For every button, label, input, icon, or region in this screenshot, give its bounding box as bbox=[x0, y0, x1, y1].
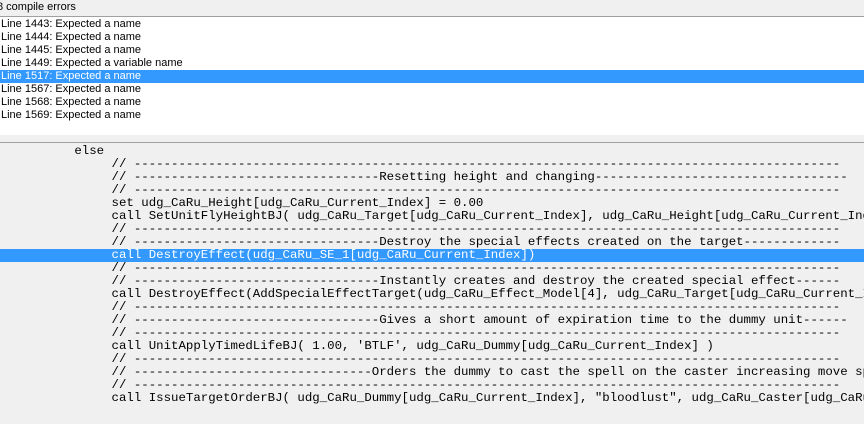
error-item-selected[interactable]: Line 1517: Expected a name bbox=[0, 70, 864, 83]
code-line[interactable]: call UnitApplyTimedLifeBJ( 1.00, 'BTLF',… bbox=[0, 340, 864, 353]
error-item[interactable]: Line 1444: Expected a name bbox=[0, 31, 864, 44]
code-line[interactable]: // -------------------------------------… bbox=[0, 223, 864, 236]
code-line[interactable]: // -------------------------------------… bbox=[0, 184, 864, 197]
pane-splitter[interactable] bbox=[0, 135, 864, 142]
error-item[interactable]: Line 1443: Expected a name bbox=[0, 18, 864, 31]
error-item[interactable]: Line 1445: Expected a name bbox=[0, 44, 864, 57]
code-line[interactable]: call SetUnitFlyHeightBJ( udg_CaRu_Target… bbox=[0, 210, 864, 223]
code-line[interactable]: // ---------------------------------Dest… bbox=[0, 236, 864, 249]
code-editor[interactable]: else // --------------------------------… bbox=[0, 142, 864, 424]
error-item[interactable]: Line 1568: Expected a name bbox=[0, 96, 864, 109]
code-line[interactable]: call IssueTargetOrderBJ( udg_CaRu_Dummy[… bbox=[0, 392, 864, 405]
error-item[interactable]: Line 1567: Expected a name bbox=[0, 83, 864, 96]
code-line[interactable]: // --------------------------------Order… bbox=[0, 366, 864, 379]
code-line-highlighted[interactable]: call DestroyEffect(udg_CaRu_SE_1[udg_CaR… bbox=[0, 249, 864, 262]
code-line[interactable]: else bbox=[0, 145, 864, 158]
code-line[interactable]: // -------------------------------------… bbox=[0, 301, 864, 314]
code-line[interactable]: // -------------------------------------… bbox=[0, 158, 864, 171]
error-item[interactable]: Line 1569: Expected a name bbox=[0, 109, 864, 122]
code-line[interactable]: // -------------------------------------… bbox=[0, 327, 864, 340]
code-line[interactable]: // -------------------------------------… bbox=[0, 353, 864, 366]
code-line[interactable]: // ---------------------------------Give… bbox=[0, 314, 864, 327]
code-line[interactable]: set udg_CaRu_Height[udg_CaRu_Current_Ind… bbox=[0, 197, 864, 210]
code-line[interactable]: // -------------------------------------… bbox=[0, 262, 864, 275]
error-item[interactable]: Line 1449: Expected a variable name bbox=[0, 57, 864, 70]
error-list[interactable]: Line 1443: Expected a name Line 1444: Exp… bbox=[0, 16, 864, 136]
code-line[interactable]: // -------------------------------------… bbox=[0, 379, 864, 392]
code-line[interactable]: // ---------------------------------Inst… bbox=[0, 275, 864, 288]
code-line[interactable]: // ---------------------------------Rese… bbox=[0, 171, 864, 184]
compile-errors-header: 8 compile errors bbox=[0, 0, 864, 16]
compile-errors-count: 8 compile errors bbox=[0, 1, 76, 13]
code-line[interactable]: call DestroyEffect(AddSpecialEffectTarge… bbox=[0, 288, 864, 301]
